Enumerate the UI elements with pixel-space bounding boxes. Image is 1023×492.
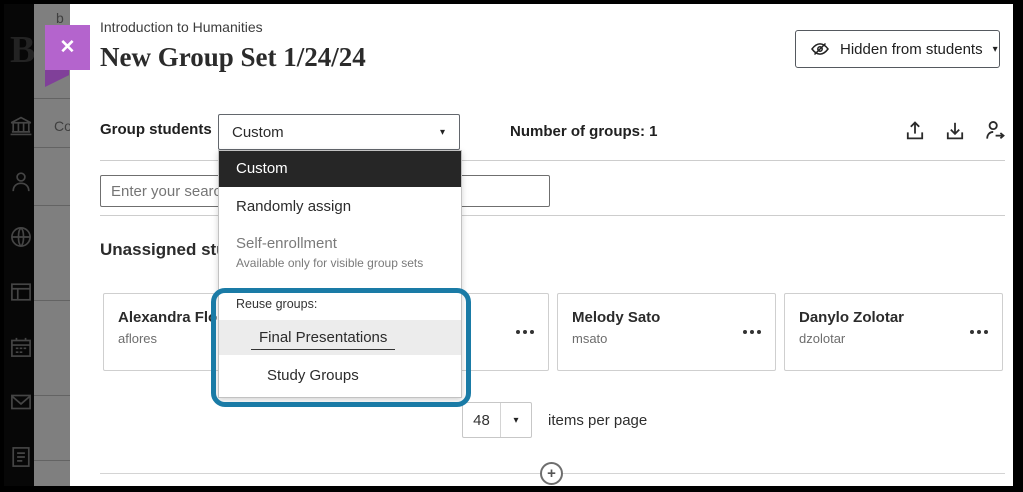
export-button[interactable] bbox=[902, 118, 928, 144]
selected-option: Custom bbox=[232, 124, 284, 141]
activity-globe-icon[interactable] bbox=[8, 224, 34, 250]
courses-icon[interactable] bbox=[8, 279, 34, 305]
final-presentations-link[interactable]: Final Presentations bbox=[251, 329, 395, 350]
close-button[interactable]: ✕ bbox=[45, 25, 90, 70]
number-of-groups: Number of groups: 1 bbox=[510, 123, 658, 140]
student-username: msato bbox=[572, 331, 761, 346]
chevron-down-icon: ▾ bbox=[993, 44, 998, 55]
items-per-page-label: items per page bbox=[548, 412, 647, 429]
breadcrumb: Introduction to Humanities bbox=[100, 19, 263, 35]
group-students-dropdown-menu: Custom Randomly assign Self-enrollment A… bbox=[218, 150, 462, 398]
download-icon bbox=[943, 118, 967, 142]
self-enrollment-note: Available only for visible group sets bbox=[236, 255, 461, 271]
overflow-menu-button[interactable] bbox=[516, 330, 534, 334]
upload-icon bbox=[903, 118, 927, 142]
add-group-button[interactable]: + bbox=[540, 462, 563, 485]
menu-item-randomly-assign[interactable]: Randomly assign bbox=[219, 187, 461, 227]
visibility-label: Hidden from students bbox=[840, 41, 983, 58]
underlying-text-fragment: Co bbox=[54, 118, 70, 134]
overflow-menu-button[interactable] bbox=[743, 330, 761, 334]
underlying-text-fragment: b bbox=[56, 10, 64, 26]
menu-item-final-presentations[interactable]: Final Presentations bbox=[219, 320, 461, 355]
group-set-panel: Introduction to Humanities New Group Set… bbox=[70, 4, 1013, 486]
profile-icon[interactable] bbox=[8, 169, 34, 195]
student-card[interactable]: Danylo Zolotar dzolotar bbox=[784, 293, 1003, 371]
student-name: Danylo Zolotar bbox=[799, 309, 988, 326]
student-card[interactable]: Melody Sato msato bbox=[557, 293, 776, 371]
close-icon: ✕ bbox=[60, 36, 76, 59]
group-students-label: Group students bbox=[100, 121, 212, 138]
messages-icon[interactable] bbox=[8, 389, 34, 415]
calendar-icon[interactable] bbox=[8, 334, 34, 360]
app-window: B b Co ✕ bbox=[0, 0, 1023, 492]
chevron-down-icon: ▾ bbox=[513, 415, 518, 426]
menu-item-custom[interactable]: Custom bbox=[219, 151, 461, 187]
import-button[interactable] bbox=[942, 118, 968, 144]
menu-item-study-groups[interactable]: Study Groups bbox=[219, 355, 461, 397]
person-arrow-icon bbox=[983, 118, 1007, 142]
items-per-page-select[interactable]: 48 ▾ bbox=[462, 402, 532, 438]
overflow-menu-button[interactable] bbox=[970, 330, 988, 334]
visibility-dropdown-button[interactable]: Hidden from students ▾ bbox=[795, 30, 1000, 68]
grades-icon[interactable] bbox=[8, 444, 34, 470]
plus-icon: + bbox=[547, 465, 556, 482]
manage-members-button[interactable] bbox=[982, 118, 1008, 144]
self-enrollment-label: Self-enrollment bbox=[236, 235, 461, 252]
institution-icon[interactable] bbox=[8, 113, 34, 139]
student-username: dzolotar bbox=[799, 331, 988, 346]
eye-slash-icon bbox=[810, 39, 830, 59]
student-name: Melody Sato bbox=[572, 309, 761, 326]
group-students-select[interactable]: Custom ▾ bbox=[218, 114, 460, 150]
menu-item-self-enrollment: Self-enrollment Available only for visib… bbox=[219, 227, 461, 271]
page-size-value: 48 bbox=[463, 403, 501, 437]
page-title: New Group Set 1/24/24 bbox=[100, 42, 366, 73]
nav-rail: B bbox=[4, 4, 34, 486]
chevron-down-icon: ▾ bbox=[440, 127, 445, 138]
reuse-groups-label: Reuse groups: bbox=[236, 297, 461, 311]
blackboard-logo-icon[interactable]: B bbox=[10, 28, 34, 72]
